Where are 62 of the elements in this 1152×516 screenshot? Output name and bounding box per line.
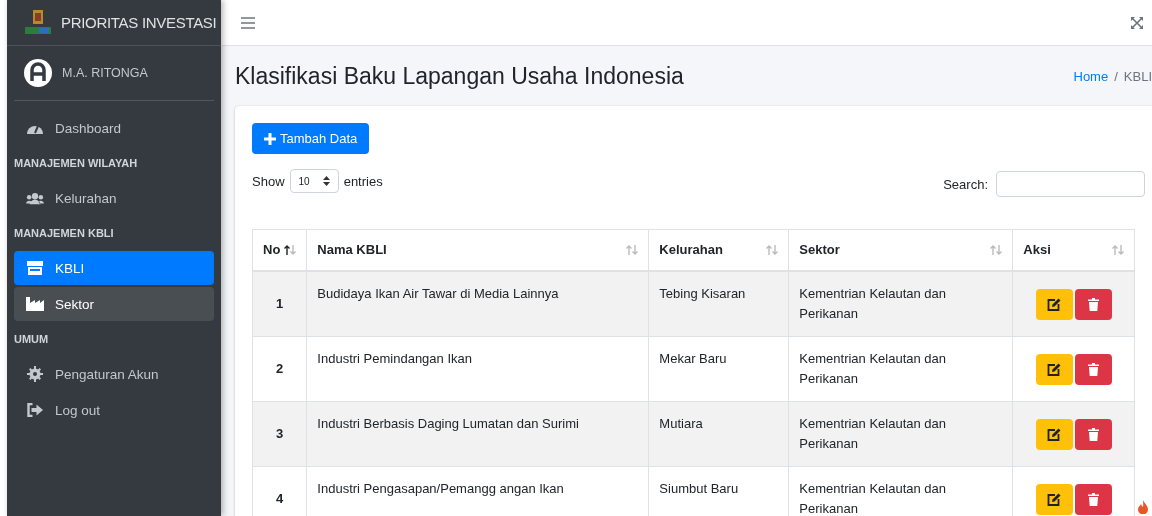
delete-button[interactable] [1074,353,1112,385]
trash-icon [1087,492,1099,506]
table-cell: Industri Pemindangan Ikan [306,336,649,402]
logo-icon [23,9,53,36]
table-cell: 1 [252,271,307,337]
nav-heading: UMUM [14,332,50,347]
table-cell: 2 [252,336,307,402]
updown-icon [322,176,330,186]
nav-item[interactable]: Dashboard [14,111,214,145]
nav-item[interactable]: Pengaturan Akun [14,357,214,391]
page-title: Klasifikasi Baku Lapangan Usaha Indonesia [235,62,684,90]
brand-title: PRIORITAS INVESTASI [61,14,217,31]
nav-item[interactable]: KBLI [14,251,214,285]
edit-icon [1047,492,1062,506]
delete-button[interactable] [1074,288,1112,320]
show-label: Show [252,173,285,189]
breadcrumb-current: KBLI [1123,68,1152,84]
avatar-icon [24,59,52,87]
flame-icon [1138,500,1148,514]
table-cell: Mutiara [648,401,789,467]
table-cell: Tebing Kisaran [648,271,789,337]
search-label: Search: [943,176,988,192]
plus-icon [264,132,276,145]
store-icon [26,261,44,275]
table-cell: 3 [252,401,307,467]
trash-icon [1087,362,1099,376]
entries-select[interactable]: 10 [289,169,339,193]
nav-heading: MANAJEMEN WILAYAH [14,156,139,171]
table-cell: Kementrian Kelautan dan Perikanan [788,401,1013,467]
edit-icon [1047,362,1062,376]
nav-item[interactable]: Sektor [14,287,214,321]
menu-icon[interactable] [241,16,255,29]
table-cell: Kementrian Kelautan dan Perikanan [788,271,1013,337]
delete-button[interactable] [1074,418,1112,450]
nav-item[interactable]: Kelurahan [14,181,214,215]
user-name: M.A. RITONGA [62,66,148,80]
settings-icon [26,366,44,382]
trash-icon [1087,427,1099,441]
table-cell: Industri Berbasis Daging Lumatan dan Surimi [306,401,649,467]
trash-icon [1087,297,1099,311]
table-cell: 4 [252,466,307,516]
search-field[interactable] [996,171,1145,197]
edit-button[interactable] [1035,353,1073,385]
edit-button[interactable] [1035,418,1073,450]
table-cell: Budidaya Ikan Air Tawar di Media Lainnya [306,271,649,337]
table-cell: Mekar Baru [648,336,789,402]
entries-label: entries [343,173,383,189]
nav-heading: MANAJEMEN KBLI [14,226,115,241]
logout-icon [26,403,44,417]
breadcrumb-separator: / [1114,68,1118,84]
delete-button[interactable] [1074,483,1112,515]
nav-item[interactable]: Log out [14,393,214,427]
breadcrumb-link[interactable]: Home [1073,68,1109,84]
edit-button[interactable] [1035,288,1073,320]
factory-icon [26,297,44,311]
table-cell: Kementrian Kelautan dan Perikanan [788,336,1013,402]
fullscreen-icon[interactable] [1130,15,1144,30]
edit-icon [1047,427,1062,441]
users-icon [26,191,44,205]
edit-button[interactable] [1035,483,1073,515]
edit-icon [1047,297,1062,311]
add-data-button[interactable]: Tambah Data [252,123,370,154]
